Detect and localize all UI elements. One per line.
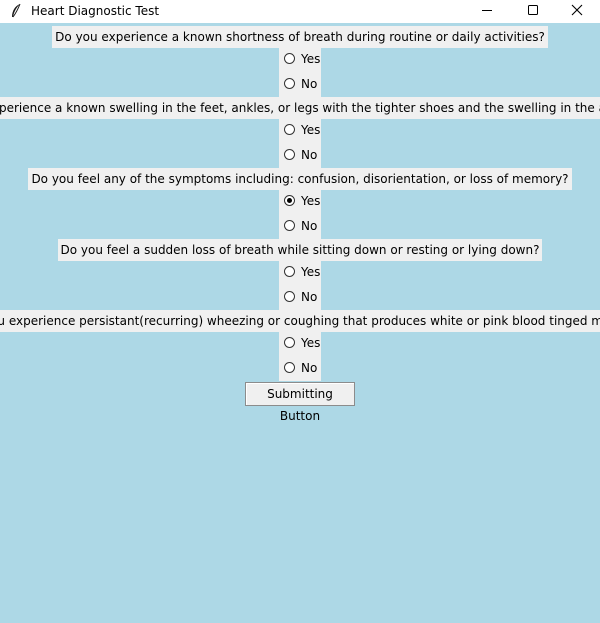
radio-option-no[interactable]: No (279, 356, 321, 381)
radio-button[interactable] (284, 53, 295, 64)
option-label: No (301, 219, 318, 233)
submit-button[interactable]: Submitting Button (245, 382, 355, 423)
minimize-button[interactable] (464, 0, 510, 23)
option-label: No (301, 361, 318, 375)
radio-button[interactable] (284, 362, 295, 373)
radio-option-yes[interactable]: Yes (279, 260, 321, 285)
question-label: Do you experience persistant(recurring) … (0, 310, 600, 332)
maximize-icon (527, 4, 539, 19)
question-label: Do you experience a known swelling in th… (0, 97, 600, 119)
question-1: Do you experience a known shortness of b… (0, 26, 600, 48)
option-label: Yes (301, 52, 321, 66)
option-label: Yes (301, 336, 321, 350)
radio-button[interactable] (284, 78, 295, 89)
maximize-button[interactable] (510, 0, 556, 23)
form-area: Do you experience a known shortness of b… (0, 23, 600, 623)
question-label: Do you feel a sudden loss of breath whil… (57, 239, 543, 261)
question-label: Do you experience a known shortness of b… (52, 26, 548, 48)
radio-button-selected[interactable] (284, 195, 295, 206)
option-label: Yes (301, 265, 321, 279)
radio-button[interactable] (284, 220, 295, 231)
radio-button[interactable] (284, 124, 295, 135)
window-title: Heart Diagnostic Test (31, 4, 160, 18)
radio-option-yes[interactable]: Yes (279, 189, 321, 214)
radio-option-no[interactable]: No (279, 143, 321, 168)
option-label: No (301, 290, 318, 304)
question-2: Do you experience a known swelling in th… (0, 97, 600, 119)
close-button[interactable] (554, 0, 600, 23)
question-3: Do you feel any of the symptoms includin… (0, 168, 600, 190)
option-label: No (301, 148, 318, 162)
radio-option-no[interactable]: No (279, 72, 321, 97)
question-label: Do you feel any of the symptoms includin… (28, 168, 572, 190)
radio-button[interactable] (284, 291, 295, 302)
radio-option-yes[interactable]: Yes (279, 47, 321, 72)
close-icon (571, 4, 583, 19)
radio-option-no[interactable]: No (279, 214, 321, 239)
question-5: Do you experience persistant(recurring) … (0, 310, 600, 332)
minimize-icon (481, 4, 493, 19)
option-label: Yes (301, 194, 321, 208)
option-label: No (301, 77, 318, 91)
radio-button[interactable] (284, 337, 295, 348)
question-4: Do you feel a sudden loss of breath whil… (0, 239, 600, 261)
feather-icon (9, 3, 23, 19)
radio-button[interactable] (284, 149, 295, 160)
radio-option-yes[interactable]: Yes (279, 118, 321, 143)
title-bar[interactable]: Heart Diagnostic Test (0, 0, 600, 23)
app-window: Heart Diagnostic Test Do you experience … (0, 0, 600, 623)
radio-option-no[interactable]: No (279, 285, 321, 310)
radio-option-yes[interactable]: Yes (279, 331, 321, 356)
option-label: Yes (301, 123, 321, 137)
radio-button[interactable] (284, 266, 295, 277)
